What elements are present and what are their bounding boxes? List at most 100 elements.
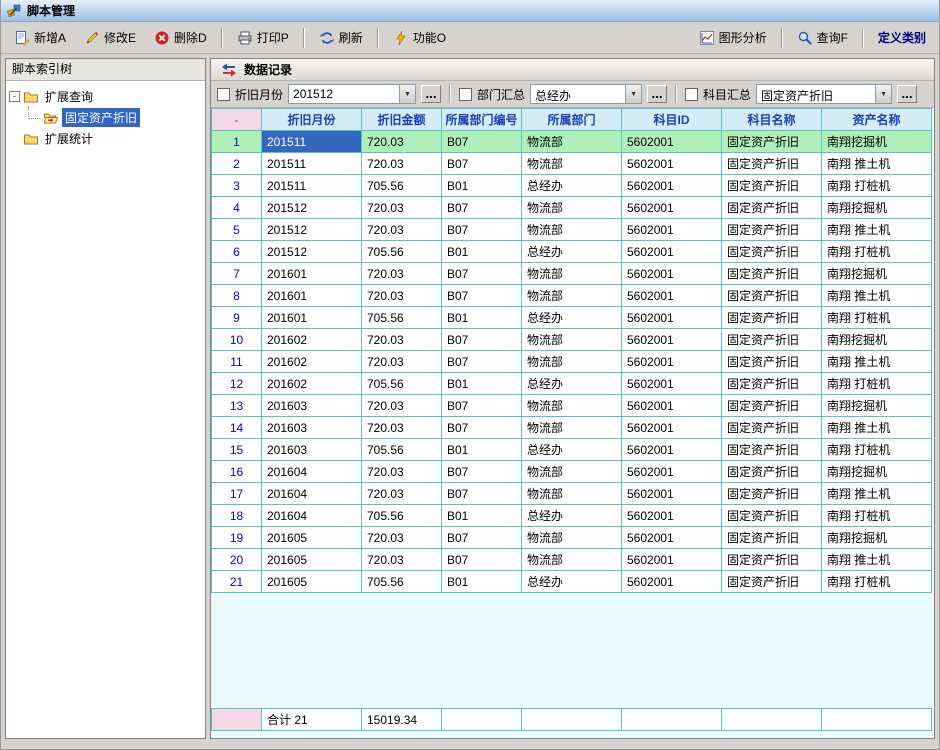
table-cell[interactable]: 720.03 (362, 549, 442, 571)
row-number-cell[interactable]: 16 (212, 461, 262, 483)
table-cell[interactable]: 南翔 推土机 (822, 351, 932, 373)
table-cell[interactable]: 固定资产折旧 (722, 439, 822, 461)
function-button[interactable]: 功能O (385, 25, 454, 50)
table-cell[interactable]: 总经办 (522, 175, 622, 197)
dept-summary-more-button[interactable]: ... (647, 85, 667, 103)
dept-summary-checkbox[interactable] (459, 88, 472, 101)
table-cell[interactable]: 705.56 (362, 241, 442, 263)
subject-summary-checkbox[interactable] (685, 88, 698, 101)
table-cell[interactable]: 南翔 打桩机 (822, 307, 932, 329)
row-number-cell[interactable]: 13 (212, 395, 262, 417)
refresh-button[interactable]: 刷新 (311, 25, 371, 50)
month-filter-more-button[interactable]: ... (421, 85, 441, 103)
table-cell[interactable]: 固定资产折旧 (722, 351, 822, 373)
table-cell[interactable]: 南翔 打桩机 (822, 175, 932, 197)
table-cell[interactable]: 201604 (262, 461, 362, 483)
subject-summary-more-button[interactable]: ... (897, 85, 917, 103)
table-cell[interactable]: 南翔挖掘机 (822, 395, 932, 417)
table-cell[interactable]: 南翔 推土机 (822, 549, 932, 571)
table-cell[interactable]: 南翔挖掘机 (822, 263, 932, 285)
table-cell[interactable]: 720.03 (362, 131, 442, 153)
new-button[interactable]: 新增A (6, 25, 74, 50)
table-cell[interactable]: B01 (442, 175, 522, 197)
row-number-cell[interactable]: 18 (212, 505, 262, 527)
row-number-cell[interactable]: 15 (212, 439, 262, 461)
row-number-cell[interactable]: 11 (212, 351, 262, 373)
table-cell[interactable]: 5602001 (622, 373, 722, 395)
table-cell[interactable]: 固定资产折旧 (722, 527, 822, 549)
table-cell[interactable]: B01 (442, 439, 522, 461)
table-cell[interactable]: B07 (442, 549, 522, 571)
table-cell[interactable]: 720.03 (362, 285, 442, 307)
row-number-cell[interactable]: 1 (212, 131, 262, 153)
table-cell[interactable]: 705.56 (362, 439, 442, 461)
table-cell[interactable]: B07 (442, 527, 522, 549)
table-cell[interactable]: 固定资产折旧 (722, 417, 822, 439)
table-cell[interactable]: 720.03 (362, 351, 442, 373)
table-cell[interactable]: 总经办 (522, 241, 622, 263)
table-cell[interactable]: 物流部 (522, 131, 622, 153)
table-cell[interactable]: 固定资产折旧 (722, 395, 822, 417)
table-cell[interactable]: 总经办 (522, 373, 622, 395)
table-cell[interactable]: 物流部 (522, 527, 622, 549)
table-cell[interactable]: 固定资产折旧 (722, 131, 822, 153)
table-cell[interactable]: 5602001 (622, 241, 722, 263)
table-cell[interactable]: 201605 (262, 571, 362, 593)
table-cell[interactable]: 南翔 推土机 (822, 483, 932, 505)
table-cell[interactable]: 总经办 (522, 307, 622, 329)
define-category-button[interactable]: 定义类别 (870, 25, 934, 50)
table-cell[interactable]: 固定资产折旧 (722, 373, 822, 395)
tree-item-extended-query[interactable]: - 扩展查询 (9, 86, 202, 107)
row-number-cell[interactable]: 6 (212, 241, 262, 263)
table-cell[interactable]: 南翔 打桩机 (822, 571, 932, 593)
table-cell[interactable]: 720.03 (362, 197, 442, 219)
row-number-cell[interactable]: 5 (212, 219, 262, 241)
table-cell[interactable]: 720.03 (362, 395, 442, 417)
table-cell[interactable]: 201512 (262, 219, 362, 241)
table-cell[interactable]: 720.03 (362, 461, 442, 483)
table-cell[interactable]: 物流部 (522, 153, 622, 175)
tree-item-label[interactable]: 扩展查询 (42, 87, 96, 106)
table-cell[interactable]: 720.03 (362, 153, 442, 175)
table-cell[interactable]: 5602001 (622, 461, 722, 483)
table-cell[interactable]: 201511 (262, 175, 362, 197)
table-cell[interactable]: B01 (442, 373, 522, 395)
query-button[interactable]: 查询F (789, 25, 856, 50)
table-cell[interactable]: B07 (442, 483, 522, 505)
table-cell[interactable]: 物流部 (522, 351, 622, 373)
row-number-cell[interactable]: 12 (212, 373, 262, 395)
table-cell[interactable]: B07 (442, 417, 522, 439)
table-cell[interactable]: 南翔挖掘机 (822, 527, 932, 549)
row-number-cell[interactable]: 20 (212, 549, 262, 571)
row-number-cell[interactable]: 14 (212, 417, 262, 439)
table-cell[interactable]: 南翔 打桩机 (822, 373, 932, 395)
table-cell[interactable]: B07 (442, 219, 522, 241)
table-cell[interactable]: 固定资产折旧 (722, 241, 822, 263)
table-cell[interactable]: 固定资产折旧 (722, 307, 822, 329)
table-cell[interactable]: 固定资产折旧 (722, 461, 822, 483)
table-cell[interactable]: 5602001 (622, 175, 722, 197)
table-cell[interactable]: 物流部 (522, 197, 622, 219)
row-number-cell[interactable]: 3 (212, 175, 262, 197)
table-cell[interactable]: 5602001 (622, 285, 722, 307)
dept-summary-select[interactable]: 总经办 ▼ (530, 84, 642, 104)
table-cell[interactable]: 201603 (262, 395, 362, 417)
table-cell[interactable]: 南翔 打桩机 (822, 241, 932, 263)
table-cell[interactable]: 720.03 (362, 219, 442, 241)
table-cell[interactable]: 5602001 (622, 571, 722, 593)
table-cell[interactable]: 固定资产折旧 (722, 175, 822, 197)
table-cell[interactable]: 固定资产折旧 (722, 197, 822, 219)
table-cell[interactable]: 201602 (262, 329, 362, 351)
table-cell[interactable]: 201604 (262, 505, 362, 527)
month-filter-checkbox[interactable] (217, 88, 230, 101)
table-cell[interactable]: 705.56 (362, 373, 442, 395)
table-cell[interactable]: 总经办 (522, 505, 622, 527)
table-cell[interactable]: B01 (442, 571, 522, 593)
table-cell[interactable]: 固定资产折旧 (722, 263, 822, 285)
table-cell[interactable]: 南翔挖掘机 (822, 329, 932, 351)
table-cell[interactable]: 705.56 (362, 505, 442, 527)
table-cell[interactable]: 南翔 打桩机 (822, 439, 932, 461)
table-cell[interactable]: 705.56 (362, 307, 442, 329)
table-cell[interactable]: 南翔 推土机 (822, 153, 932, 175)
table-cell[interactable]: 720.03 (362, 263, 442, 285)
